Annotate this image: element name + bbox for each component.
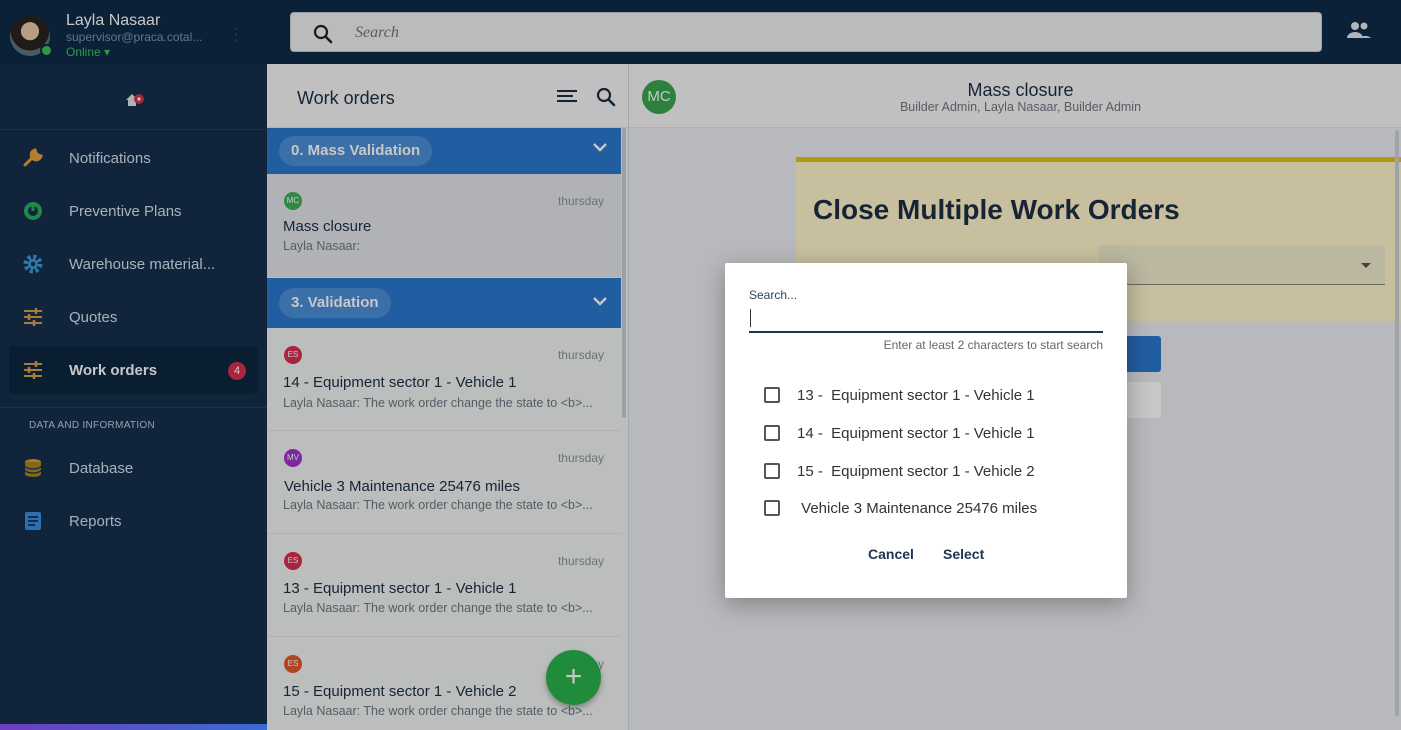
option-item[interactable]: 15 - Equipment sector 1 - Vehicle 2	[764, 459, 1035, 483]
cancel-button[interactable]: Cancel	[868, 546, 914, 562]
checkbox[interactable]	[764, 387, 780, 403]
option-label: 13 - Equipment sector 1 - Vehicle 1	[797, 386, 1035, 404]
checkbox[interactable]	[764, 425, 780, 441]
option-item[interactable]: 14 - Equipment sector 1 - Vehicle 1	[764, 421, 1035, 445]
option-label: 15 - Equipment sector 1 - Vehicle 2	[797, 462, 1035, 480]
bottom-accent-strip	[0, 724, 267, 730]
option-label: Vehicle 3 Maintenance 25476 miles	[797, 499, 1038, 517]
option-item[interactable]: Vehicle 3 Maintenance 25476 miles	[764, 496, 1037, 520]
search-work-orders-dialog: Search... Enter at least 2 characters to…	[725, 263, 1127, 598]
option-item[interactable]: 13 - Equipment sector 1 - Vehicle 1	[764, 383, 1035, 407]
search-hint: Enter at least 2 characters to start sea…	[883, 338, 1103, 352]
text-cursor	[750, 309, 751, 327]
modal-backdrop[interactable]	[0, 0, 1401, 730]
select-button[interactable]: Select	[943, 546, 984, 562]
option-label: 14 - Equipment sector 1 - Vehicle 1	[797, 424, 1035, 442]
dialog-search-input[interactable]	[749, 307, 1103, 333]
checkbox[interactable]	[764, 500, 780, 516]
checkbox[interactable]	[764, 463, 780, 479]
search-label: Search...	[749, 288, 798, 302]
